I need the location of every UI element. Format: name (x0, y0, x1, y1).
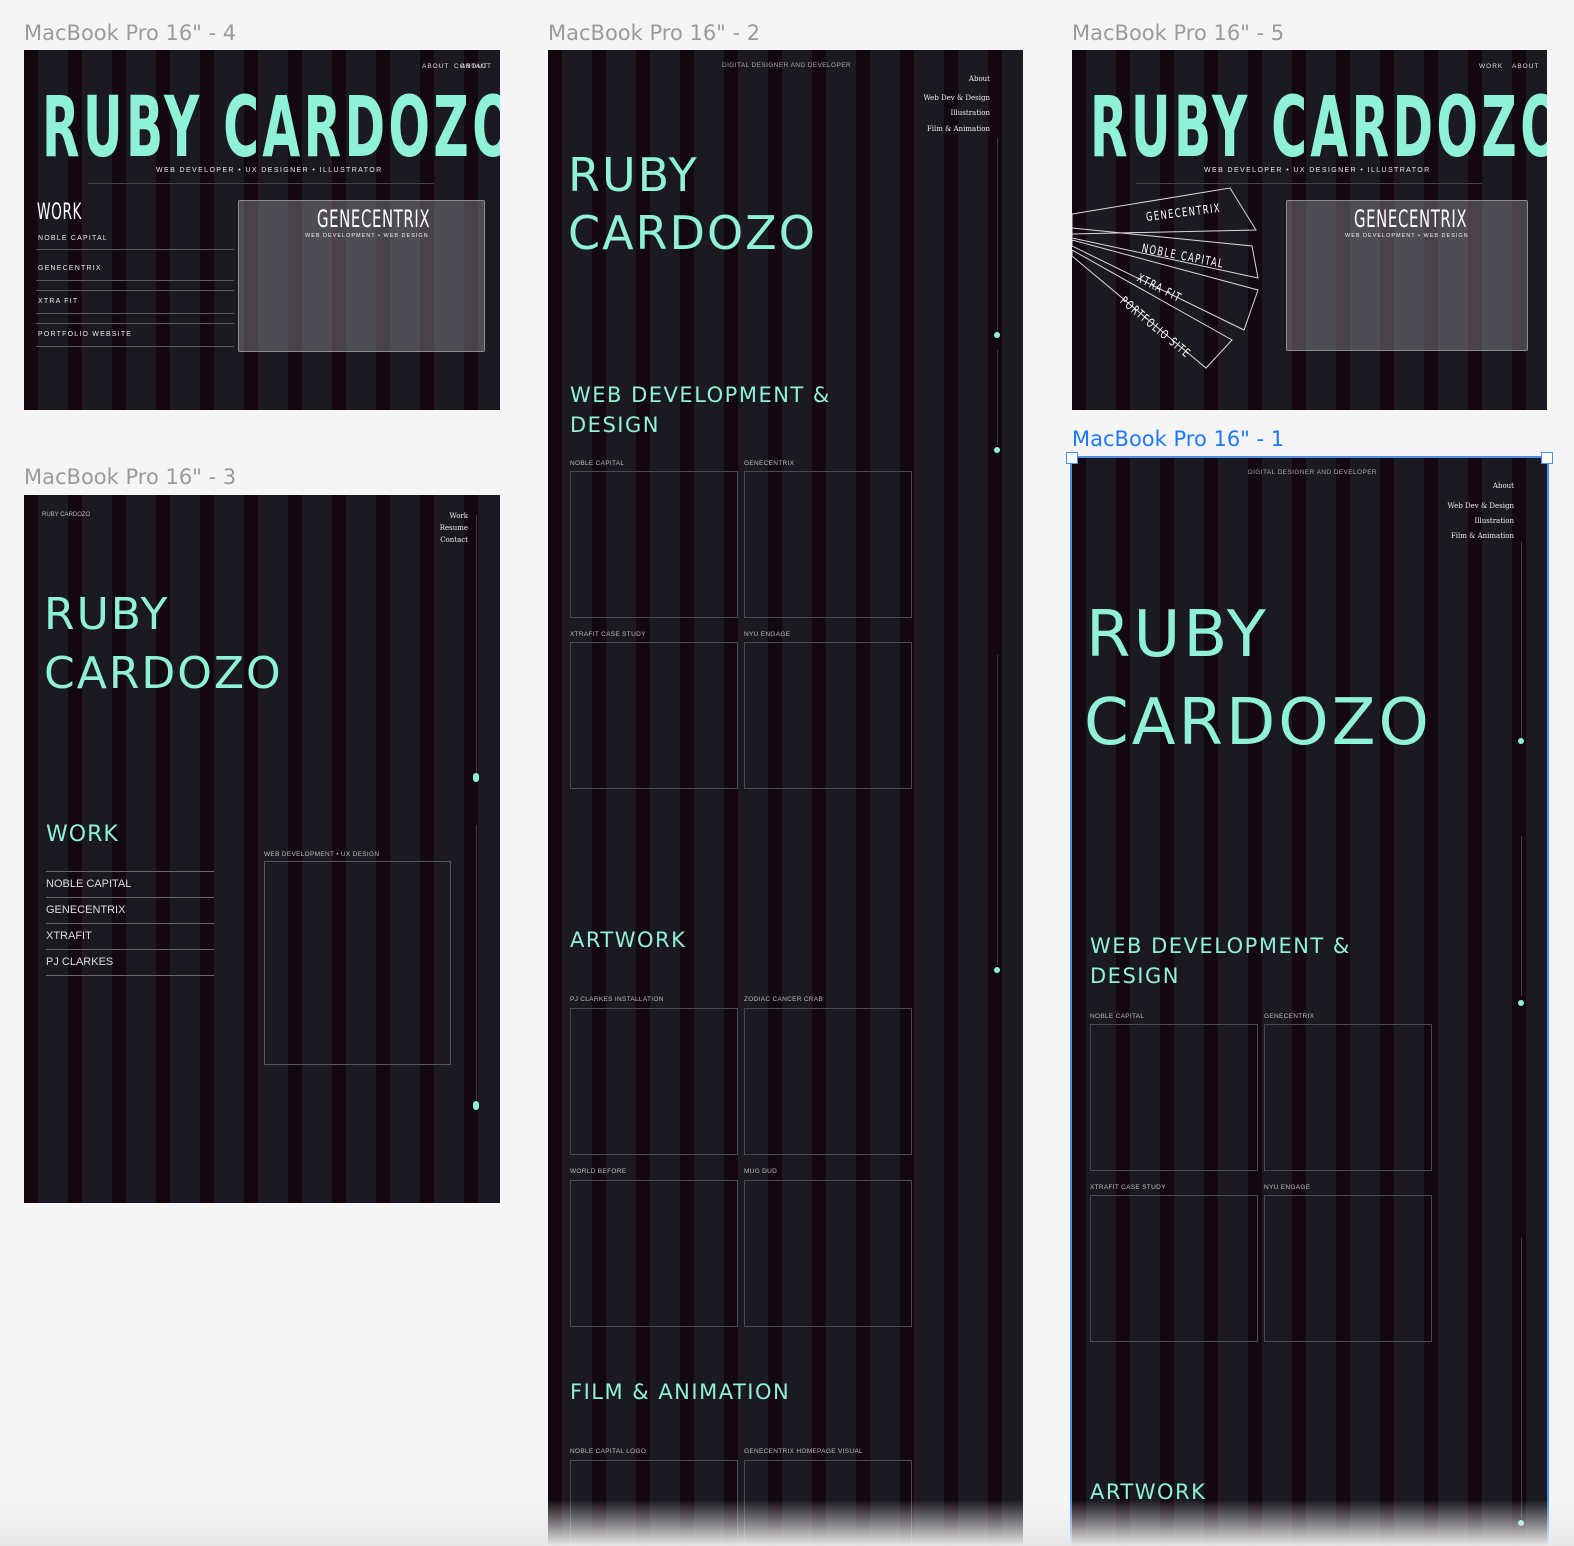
work-title: WORK (37, 200, 83, 225)
film-card[interactable] (744, 1460, 912, 1546)
scroll-marker[interactable] (1518, 1520, 1524, 1526)
work-item-noble-capital[interactable]: NOBLE CAPITAL (46, 878, 131, 890)
scroll-marker[interactable] (473, 773, 479, 782)
card-label: NOBLE CAPITAL LOGO (570, 1448, 647, 1455)
selection-handle-top-left[interactable] (1066, 452, 1078, 464)
work-item-xtrafit[interactable]: XTRAFIT (46, 930, 92, 942)
hero-name-line2: CARDOZO (44, 648, 283, 699)
preview-label: WEB DEVELOPMENT • UX DESIGN (264, 851, 380, 858)
scroll-marker[interactable] (994, 447, 1000, 453)
nav-about[interactable]: About (1493, 482, 1514, 490)
frame-macbook-5[interactable]: WORK ABOUT RUBY CARDOZO WEB DEVELOPER • … (1072, 50, 1547, 410)
card-label: XTRAFIT CASE STUDY (1090, 1184, 1166, 1191)
preview-subtitle: WEB DEVELOPMENT • WEB DESIGN (305, 233, 429, 239)
art-card[interactable] (570, 1180, 738, 1327)
selection-handle-top-right[interactable] (1541, 452, 1553, 464)
nav-contact-link[interactable]: CONTACT (454, 63, 492, 70)
art-card[interactable] (744, 1008, 912, 1155)
work-item-portfolio-website[interactable]: PORTFOLIO WEBSITE (38, 331, 132, 338)
preview-title: GENECENTRIX (1354, 205, 1468, 233)
nav-about-link[interactable]: ABOUT (422, 63, 449, 70)
project-card-nyu-engage[interactable] (1264, 1195, 1432, 1342)
card-label: NOBLE CAPITAL (1090, 1013, 1145, 1020)
card-label: NYU ENGAGE (1264, 1184, 1311, 1191)
work-item-xtra-fit[interactable]: XTRA FIT (38, 298, 78, 305)
art-card[interactable] (744, 1180, 912, 1327)
project-card-noble-capital[interactable] (1090, 1024, 1258, 1171)
work-item-genecentrix[interactable]: GENECENTRIX (46, 904, 125, 916)
scroll-marker[interactable] (1518, 738, 1524, 744)
header-tagline: DIGITAL DESIGNER AND DEVELOPER (722, 62, 852, 69)
frame-macbook-4[interactable]: ABOUT ABOUT CONTACT RUBY CARDOZO WEB DEV… (24, 50, 500, 410)
frame-label-5[interactable]: MacBook Pro 16" - 5 (1072, 21, 1284, 45)
project-card-nyu-engage[interactable] (744, 642, 912, 789)
nav-web-dev[interactable]: Web Dev & Design (1448, 502, 1514, 510)
section-web-dev-title: WEB DEVELOPMENT & DESIGN (570, 383, 831, 437)
card-label: GENECENTRIX (744, 460, 795, 467)
art-card[interactable] (570, 1008, 738, 1155)
nav-web-dev[interactable]: Web Dev & Design (924, 94, 990, 102)
preview-title: GENECENTRIX (317, 205, 431, 233)
project-card-xtrafit[interactable] (570, 642, 738, 789)
section-film-title: FILM & ANIMATION (570, 1380, 791, 1404)
hero-name: RUBY CARDOZO (42, 78, 500, 176)
header-tagline: DIGITAL DESIGNER AND DEVELOPER (1248, 469, 1378, 476)
card-label: MUG DUD (744, 1168, 778, 1175)
nav-resume[interactable]: Resume (440, 524, 468, 532)
scroll-marker[interactable] (473, 1101, 479, 1110)
scroll-marker[interactable] (994, 332, 1000, 338)
card-label: NOBLE CAPITAL (570, 460, 625, 467)
project-preview-card[interactable]: GENECENTRIX WEB DEVELOPMENT • WEB DESIGN (1286, 200, 1528, 351)
hero-tagline: WEB DEVELOPER • UX DESIGNER • ILLUSTRATO… (156, 167, 383, 174)
project-card-noble-capital[interactable] (570, 471, 738, 618)
frame-label-1[interactable]: MacBook Pro 16" - 1 (1072, 427, 1284, 451)
frame-label-3[interactable]: MacBook Pro 16" - 3 (24, 465, 236, 489)
frame-macbook-2[interactable]: DIGITAL DESIGNER AND DEVELOPER About Web… (548, 50, 1023, 1546)
card-label: GENECENTRIX HOMEPAGE VISUAL (744, 1448, 863, 1455)
nav-film[interactable]: Film & Animation (927, 125, 990, 133)
frame-label-2[interactable]: MacBook Pro 16" - 2 (548, 21, 760, 45)
work-item-noble-capital[interactable]: NOBLE CAPITAL (38, 235, 108, 242)
nav-about-link[interactable]: ABOUT (1512, 63, 1539, 70)
card-label: GENECENTRIX (1264, 1013, 1315, 1020)
card-label: WORLD BEFORE (570, 1168, 627, 1175)
project-preview-box[interactable] (264, 861, 451, 1065)
hero-name-line2: CARDOZO (568, 206, 817, 260)
frame-macbook-1[interactable]: DIGITAL DESIGNER AND DEVELOPER About Web… (1070, 456, 1549, 1546)
scroll-marker[interactable] (994, 967, 1000, 973)
card-label: NYU ENGAGE (744, 631, 791, 638)
nav-illustration[interactable]: Illustration (1475, 517, 1514, 525)
project-card-genecentrix[interactable] (744, 471, 912, 618)
work-item-genecentrix[interactable]: GENECENTRIX (38, 265, 102, 272)
preview-subtitle: WEB DEVELOPMENT • WEB DESIGN (1345, 233, 1469, 239)
section-artwork-title: ARTWORK (570, 928, 687, 952)
nav-contact[interactable]: Contact (440, 536, 468, 544)
project-card-genecentrix[interactable] (1264, 1024, 1432, 1171)
work-title: WORK (46, 822, 119, 847)
hero-name-line2: CARDOZO (1084, 686, 1432, 760)
card-label: PJ CLARKES INSTALLATION (570, 996, 664, 1003)
card-label: ZODIAC CANCER CRAB (744, 996, 824, 1003)
film-card[interactable] (570, 1460, 738, 1546)
nav-work-link[interactable]: WORK (1479, 63, 1503, 70)
frame-macbook-3[interactable]: RUBY CARDOZO Work Resume Contact RUBY CA… (24, 495, 500, 1203)
nav-illustration[interactable]: Illustration (951, 109, 990, 117)
project-preview-card[interactable]: GENECENTRIX WEB DEVELOPMENT • WEB DESIGN (238, 200, 485, 352)
scroll-marker[interactable] (1518, 1000, 1524, 1006)
nav-film[interactable]: Film & Animation (1451, 532, 1514, 540)
section-artwork-title: ARTWORK (1090, 1480, 1207, 1504)
hero-name-line1: RUBY (1086, 598, 1269, 672)
nav-about[interactable]: About (969, 75, 990, 83)
section-web-dev-title: WEB DEVELOPMENT & DESIGN (1090, 934, 1351, 988)
brand[interactable]: RUBY CARDOZO (42, 512, 90, 518)
hero-name-line1: RUBY (568, 148, 699, 202)
card-label: XTRAFIT CASE STUDY (570, 631, 646, 638)
frame-label-4[interactable]: MacBook Pro 16" - 4 (24, 21, 236, 45)
work-item-pj-clarkes[interactable]: PJ CLARKES (46, 956, 113, 968)
project-card-xtrafit[interactable] (1090, 1195, 1258, 1342)
nav-work[interactable]: Work (449, 512, 468, 520)
hero-name-line1: RUBY (44, 589, 170, 640)
